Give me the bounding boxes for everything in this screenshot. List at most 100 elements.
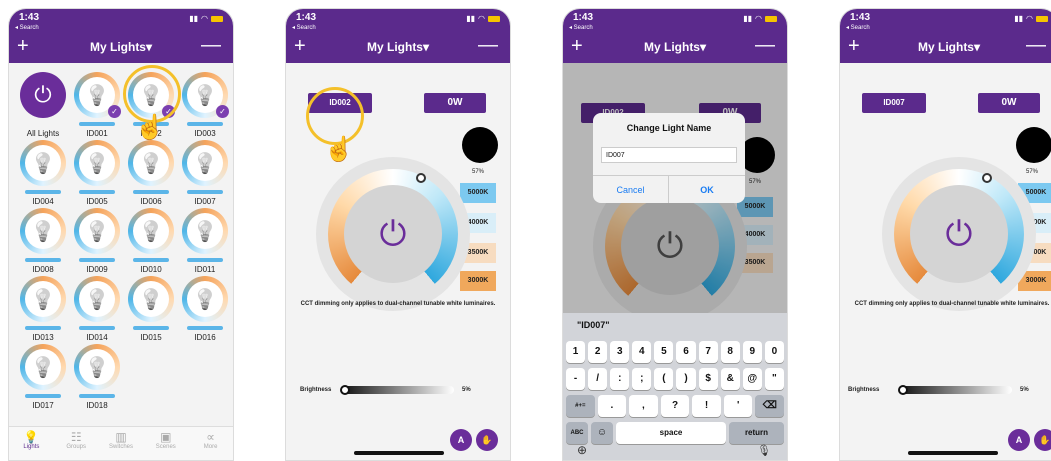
key[interactable]: 3 [610, 341, 630, 363]
brightness-slider[interactable] [900, 386, 1012, 394]
key[interactable]: / [588, 368, 608, 390]
light-tile[interactable]: 💡 ID008 [17, 208, 69, 280]
key[interactable]: : [610, 368, 630, 390]
key[interactable]: 2 [588, 341, 608, 363]
keyboard-suggestion[interactable]: "ID007" [563, 313, 787, 337]
key[interactable]: ; [632, 368, 652, 390]
light-tile[interactable]: 💡 ID017 [17, 344, 69, 416]
key[interactable]: @ [742, 368, 762, 390]
auto-mode-button[interactable]: A [450, 429, 472, 451]
key[interactable]: 1 [566, 341, 586, 363]
light-tile[interactable]: 💡 ID016 [179, 276, 231, 348]
ok-button[interactable]: OK [669, 175, 745, 203]
back-to-search-link[interactable]: ◂ Search [846, 24, 870, 31]
key[interactable]: ' [723, 395, 753, 417]
globe-icon[interactable]: ⊕ [577, 443, 587, 457]
brightness-thumb[interactable] [340, 385, 350, 395]
light-tile[interactable]: 💡 ID010 [125, 208, 177, 280]
light-tile[interactable]: 💡 ID013 [17, 276, 69, 348]
abc-key[interactable]: ABC [566, 422, 588, 444]
all-lights-tile[interactable]: ⏻ All Lights [17, 72, 69, 144]
key[interactable]: 6 [676, 341, 696, 363]
cct-dial[interactable]: ⏻ [882, 157, 1036, 311]
page-title[interactable]: My Lights▾ [9, 40, 233, 54]
auto-mode-button[interactable]: A [1008, 429, 1030, 451]
tab-label: Groups [66, 444, 87, 450]
remove-button[interactable]: — [1026, 35, 1046, 55]
light-tile[interactable]: 💡 ID001 ✓ [71, 72, 123, 144]
cct-3000k-button[interactable]: 3000K [460, 271, 496, 291]
return-key[interactable]: return [729, 422, 784, 444]
light-tile[interactable]: 💡 ID006 [125, 140, 177, 212]
dial-knob[interactable] [982, 173, 992, 183]
power-readout: 0W [978, 93, 1040, 113]
wifi-icon: ◠ [1026, 14, 1033, 23]
tab-switches[interactable]: ▥ Switches [99, 427, 144, 460]
light-name-button[interactable]: ID007 [862, 93, 926, 113]
key[interactable]: - [566, 368, 586, 390]
key[interactable]: 0 [764, 341, 784, 363]
key[interactable]: 8 [720, 341, 740, 363]
light-tile[interactable]: 💡 ID018 [71, 344, 123, 416]
backspace-key[interactable]: ⌫ [755, 395, 785, 417]
light-tile[interactable]: 💡 ID003 ✓ [179, 72, 231, 144]
remove-button[interactable]: — [478, 35, 498, 55]
phone-rename-dialog: 1:43 ◂ Search ▮▮◠ + My Lights▾ — ID002 0… [562, 8, 788, 461]
key[interactable]: ! [692, 395, 721, 417]
remove-button[interactable]: — [201, 35, 221, 55]
light-tile-label: ID014 [86, 333, 108, 342]
sensor-button[interactable]: ✋ [1034, 429, 1051, 451]
brightness-slider[interactable] [342, 386, 454, 394]
key[interactable]: " [764, 368, 784, 390]
page-title[interactable]: My Lights▾ [840, 40, 1051, 54]
cct-note: CCT dimming only applies to dual-channel… [300, 301, 496, 307]
light-tile[interactable]: 💡 ID005 [71, 140, 123, 212]
key[interactable]: , [629, 395, 658, 417]
page-title[interactable]: My Lights▾ [563, 40, 787, 54]
light-tile[interactable]: 💡 ID014 [71, 276, 123, 348]
page-title[interactable]: My Lights▾ [286, 40, 510, 54]
microphone-icon[interactable]: 🎙 [757, 444, 771, 457]
cancel-button[interactable]: Cancel [593, 175, 669, 203]
bulb-icon: 💡 [20, 344, 66, 390]
light-tile[interactable]: 💡 ID007 [179, 140, 231, 212]
dial-knob[interactable] [416, 173, 426, 183]
back-to-search-link[interactable]: ◂ Search [569, 24, 593, 31]
tab-label: Switches [108, 444, 133, 450]
remove-button[interactable]: — [755, 35, 775, 55]
key[interactable]: $ [698, 368, 718, 390]
cct-dial[interactable]: ⏻ [316, 157, 470, 311]
back-to-search-link[interactable]: ◂ Search [15, 24, 39, 31]
space-key[interactable]: space [616, 422, 726, 444]
symbols-key[interactable]: #+= [566, 395, 595, 417]
light-tile[interactable]: 💡 ID015 [125, 276, 177, 348]
power-toggle-icon[interactable]: ⏻ [910, 185, 1008, 283]
key[interactable]: ) [676, 368, 696, 390]
tab-scenes[interactable]: ▣ Scenes [143, 427, 188, 460]
tab-groups[interactable]: ☷ Groups [54, 427, 99, 460]
key[interactable]: . [597, 395, 627, 417]
light-name-input[interactable]: ID007 [601, 147, 737, 163]
key[interactable]: & [720, 368, 740, 390]
light-tile[interactable]: 💡 ID004 [17, 140, 69, 212]
tab-more[interactable]: ∝ More [188, 427, 233, 460]
brightness-thumb[interactable] [898, 385, 908, 395]
light-tile[interactable]: 💡 ID009 [71, 208, 123, 280]
key[interactable]: ( [654, 368, 674, 390]
bulb-glyph: 💡 [25, 349, 61, 385]
emoji-key[interactable]: ☺ [591, 422, 613, 444]
power-toggle-icon[interactable]: ⏻ [344, 185, 442, 283]
cct-5000k-button[interactable]: 5000K [460, 183, 496, 203]
key[interactable]: 9 [742, 341, 762, 363]
brightness-value: 5% [462, 387, 471, 393]
tab-lights[interactable]: 💡 Lights [9, 427, 54, 460]
key[interactable]: 5 [654, 341, 674, 363]
sensor-button[interactable]: ✋ [476, 429, 498, 451]
back-to-search-link[interactable]: ◂ Search [292, 24, 316, 31]
light-level-bar [79, 394, 115, 398]
selected-check-icon: ✓ [216, 105, 229, 118]
light-tile[interactable]: 💡 ID011 [179, 208, 231, 280]
key[interactable]: ? [660, 395, 690, 417]
key[interactable]: 4 [632, 341, 652, 363]
key[interactable]: 7 [698, 341, 718, 363]
